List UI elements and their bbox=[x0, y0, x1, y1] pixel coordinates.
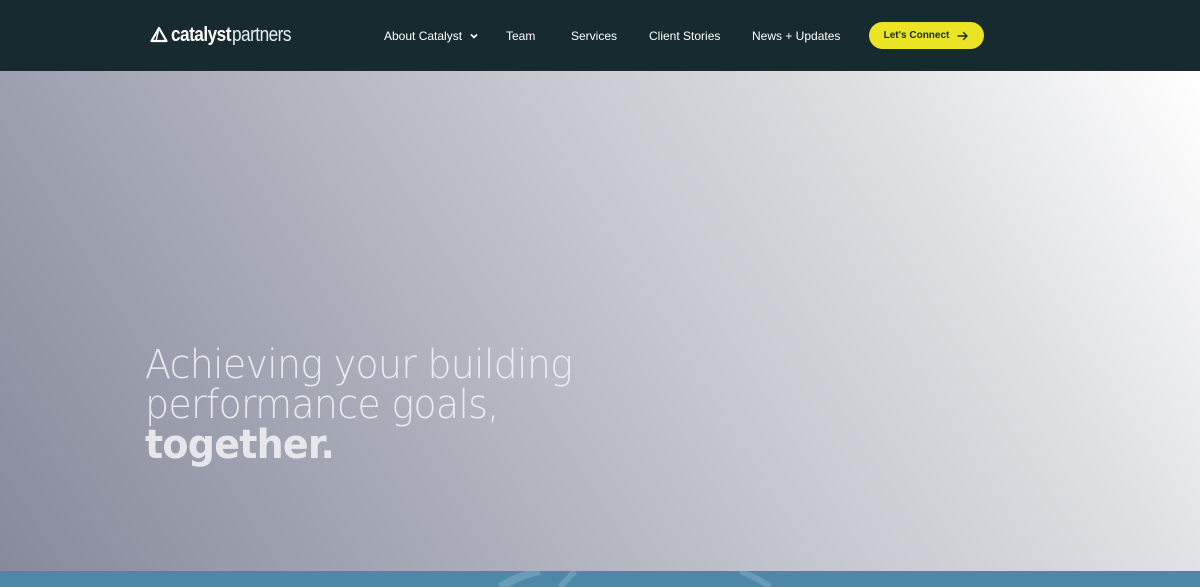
chevron-down-icon bbox=[470, 32, 478, 40]
hero-headline-line-3: together. bbox=[145, 422, 335, 468]
hero-section: Achieving your building performance goal… bbox=[0, 71, 1200, 571]
nav-item-team[interactable]: Team bbox=[506, 27, 535, 45]
nav-item-label: Services bbox=[571, 29, 618, 43]
logo-wordmark-bold: catalyst bbox=[171, 23, 231, 46]
nav-item-about-catalyst[interactable]: About Catalyst bbox=[384, 27, 478, 45]
nav-item-client-stories[interactable]: Client Stories bbox=[649, 27, 720, 45]
logo-wordmark-light: partners bbox=[231, 23, 291, 46]
nav-item-label: News + Updates bbox=[752, 29, 841, 43]
lets-connect-button[interactable]: Let's Connect bbox=[869, 22, 984, 49]
nav-item-label: Client Stories bbox=[649, 29, 721, 43]
next-section-strip bbox=[0, 571, 1200, 587]
hero-headline: Achieving your building performance goal… bbox=[145, 345, 665, 465]
nav-item-services[interactable]: Services bbox=[571, 27, 617, 45]
nav-item-label: Team bbox=[506, 29, 536, 43]
logo[interactable]: catalyst partners bbox=[150, 22, 300, 48]
site-header: catalyst partners About Catalyst Team Se… bbox=[0, 0, 1200, 71]
catalyst-triangle-icon bbox=[150, 26, 168, 44]
nav-item-news-updates[interactable]: News + Updates bbox=[752, 27, 840, 45]
lets-connect-label: Let's Connect bbox=[883, 30, 950, 41]
hero-headline-line-1: Achieving your building bbox=[145, 342, 573, 388]
nav-item-label: About Catalyst bbox=[384, 29, 463, 43]
hero-headline-line-2: performance goals, bbox=[145, 382, 499, 428]
strip-pattern-decoration bbox=[497, 571, 772, 587]
arrow-right-icon bbox=[957, 31, 969, 41]
